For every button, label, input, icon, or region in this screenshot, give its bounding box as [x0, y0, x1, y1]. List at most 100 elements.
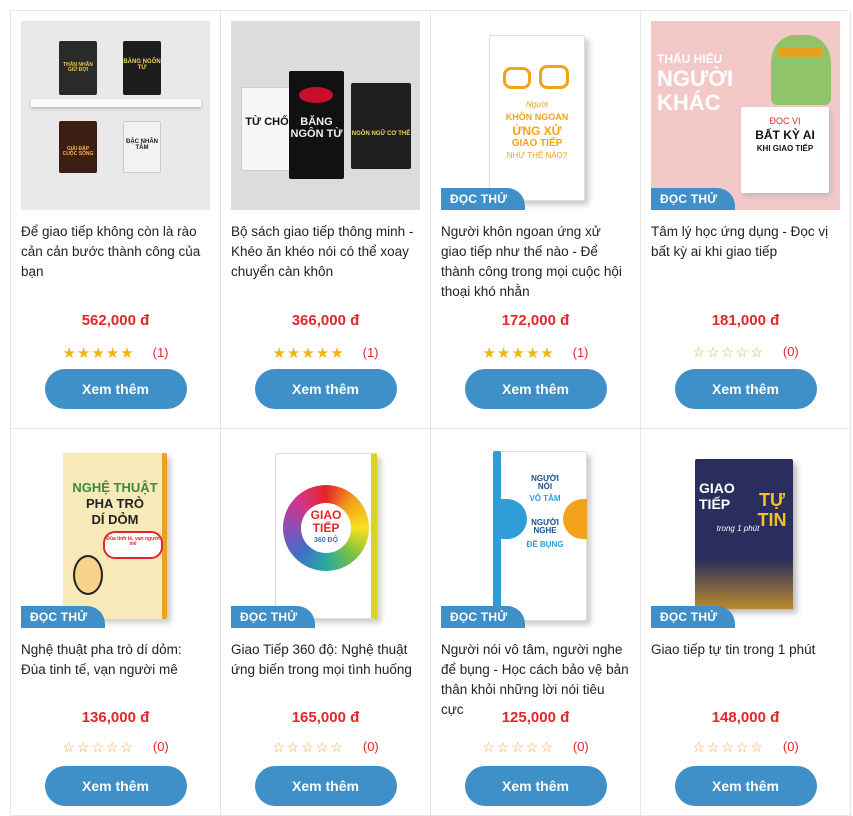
cover-art-book: GIAO TIẾP 360 ĐỘ	[231, 439, 420, 628]
cover-text: NGƯỜI NGHE	[531, 518, 559, 536]
star-rating-icon: ★★★★★	[482, 345, 555, 362]
cover-text: ĐỌC VỊ	[769, 116, 801, 126]
cover-text: NGƯỜI	[657, 66, 734, 91]
product-price: 148,000 đ	[711, 709, 780, 726]
cover-art-book-set: TỪ CHỐI BĂNG NGÔN TỪ NGÔN NGỮ CƠ THỂ	[231, 21, 420, 210]
read-sample-badge: ĐỌC THỬ	[651, 188, 736, 210]
rating-count: (1)	[572, 345, 589, 360]
product-cover[interactable]: NGƯỜI NÓI VÔ TÂM NGƯỜI NGHE ĐỂ BỤNG ĐỌC …	[441, 439, 630, 628]
read-sample-badge: ĐỌC THỬ	[21, 606, 106, 628]
view-more-button[interactable]: Xem thêm	[674, 766, 817, 806]
view-more-button[interactable]: Xem thêm	[674, 369, 817, 409]
product-title[interactable]: Bộ sách giao tiếp thông minh - Khéo ăn k…	[231, 222, 420, 304]
cover-text: NGÔN NGỮ CƠ THỂ	[351, 131, 411, 137]
product-price: 172,000 đ	[501, 312, 570, 329]
cover-text: NGƯỜI NÓI	[531, 474, 559, 492]
cover-art-book: GIAO TIẾP TỰ TIN trong 1 phút	[651, 439, 840, 628]
product-grid: THẦN NHÃN GIỮ ĐỢI BĂNG NGÔN TỪ GIẢI ĐÁP …	[10, 10, 851, 816]
product-card: TỪ CHỐI BĂNG NGÔN TỪ NGÔN NGỮ CƠ THỂ Bộ …	[221, 11, 431, 429]
cover-text: ĐẶC NHÂN TÂM	[126, 139, 158, 152]
star-rating-icon: ★★★★★	[62, 345, 135, 362]
product-card: THẦN NHÃN GIỮ ĐỢI BĂNG NGÔN TỪ GIẢI ĐÁP …	[11, 11, 221, 429]
cover-text: THẦN NHÃN GIỮ ĐỢI	[63, 62, 93, 74]
view-more-button[interactable]: Xem thêm	[44, 766, 187, 806]
view-more-button[interactable]: Xem thêm	[254, 369, 397, 409]
product-rating: ★★★★★ (1)	[11, 344, 220, 362]
star-rating-icon: ☆☆☆☆☆	[692, 344, 765, 360]
cover-text: GIAO	[699, 480, 735, 496]
cover-text: ĐỂ BỤNG	[526, 540, 564, 549]
cover-art-book-set: THẦN NHÃN GIỮ ĐỢI BĂNG NGÔN TỪ GIẢI ĐÁP …	[21, 21, 210, 210]
cover-text: NGHỆ THUẬT	[72, 480, 158, 495]
product-cover[interactable]: NGHỆ THUẬT PHA TRÒ DÍ DỎM Đùa tinh tế, v…	[21, 439, 210, 628]
cover-text: BĂNG NGÔN TỪ	[123, 59, 161, 72]
star-rating-icon: ☆☆☆☆☆	[62, 739, 135, 755]
product-price: 366,000 đ	[291, 312, 360, 329]
cover-text: KHI GIAO TIẾP	[756, 144, 814, 153]
cover-text: VÔ TÂM	[529, 494, 561, 503]
view-more-button[interactable]: Xem thêm	[254, 766, 397, 806]
product-title[interactable]: Tâm lý học ứng dụng - Đọc vị bất kỳ ai k…	[651, 222, 840, 304]
view-more-button[interactable]: Xem thêm	[44, 369, 187, 409]
product-cover[interactable]: THẤU HIỂU NGƯỜI KHÁC ĐỌC VỊ BẤT KỲ AI KH…	[651, 21, 840, 210]
view-more-button[interactable]: Xem thêm	[464, 766, 607, 806]
product-card: GIAO TIẾP TỰ TIN trong 1 phút ĐỌC THỬ Gi…	[641, 429, 851, 816]
cover-text: 360 ĐỘ	[313, 537, 339, 544]
rating-count: (0)	[152, 739, 169, 754]
cover-text: BĂNG NGÔN TỪ	[290, 116, 343, 140]
product-cover[interactable]: GIAO TIẾP 360 ĐỘ ĐỌC THỬ	[231, 439, 420, 628]
read-sample-badge: ĐỌC THỬ	[231, 606, 316, 628]
product-cover[interactable]: TỪ CHỐI BĂNG NGÔN TỪ NGÔN NGỮ CƠ THỂ	[231, 21, 420, 210]
cover-text: GIAO TIẾP	[511, 138, 563, 149]
rating-count: (1)	[362, 345, 379, 360]
cover-text: ỨNG XỬ	[512, 124, 562, 138]
cover-text: BẤT KỲ AI	[755, 128, 815, 142]
read-sample-badge: ĐỌC THỬ	[651, 606, 736, 628]
product-title[interactable]: Người khôn ngoan ứng xử giao tiếp như th…	[441, 222, 630, 304]
cover-text: TỰ	[759, 490, 785, 510]
cover-text: trong 1 phút	[716, 524, 760, 533]
product-rating: ☆☆☆☆☆ (0)	[11, 739, 220, 756]
product-rating: ☆☆☆☆☆ (0)	[641, 739, 850, 756]
product-cover[interactable]: THẦN NHÃN GIỮ ĐỢI BĂNG NGÔN TỪ GIẢI ĐÁP …	[21, 21, 210, 210]
cover-text: Đùa tinh tế, vạn người mê	[106, 536, 160, 548]
product-card: NGHỆ THUẬT PHA TRÒ DÍ DỎM Đùa tinh tế, v…	[11, 429, 221, 816]
view-more-button[interactable]: Xem thêm	[464, 369, 607, 409]
cover-text: PHA TRÒ	[85, 496, 145, 511]
product-rating: ★★★★★ (1)	[431, 344, 640, 362]
rating-count: (1)	[152, 345, 169, 360]
product-cover[interactable]: Người KHÔN NGOAN ỨNG XỬ GIAO TIẾP NHƯ TH…	[441, 21, 630, 210]
read-sample-badge: ĐỌC THỬ	[441, 606, 526, 628]
cover-art-book: Người KHÔN NGOAN ỨNG XỬ GIAO TIẾP NHƯ TH…	[441, 21, 630, 210]
product-card: Người KHÔN NGOAN ỨNG XỬ GIAO TIẾP NHƯ TH…	[431, 11, 641, 429]
product-rating: ☆☆☆☆☆ (0)	[221, 739, 430, 756]
product-rating: ★★★★★ (1)	[221, 344, 430, 362]
cover-text: GIAO	[310, 508, 342, 522]
rating-count: (0)	[362, 739, 379, 754]
cover-text: DÍ DỎM	[91, 512, 139, 527]
product-rating: ☆☆☆☆☆ (0)	[641, 344, 850, 361]
star-rating-icon: ★★★★★	[272, 345, 345, 362]
product-title[interactable]: Để giao tiếp không còn là rào cản cản bư…	[21, 222, 210, 304]
cover-text: TIẾP	[699, 496, 731, 512]
product-card: THẤU HIỂU NGƯỜI KHÁC ĐỌC VỊ BẤT KỲ AI KH…	[641, 11, 851, 429]
product-price: 136,000 đ	[81, 709, 150, 726]
cover-text: TỪ CHỐI	[245, 116, 292, 128]
read-sample-badge: ĐỌC THỬ	[441, 188, 526, 210]
rating-count: (0)	[782, 344, 799, 359]
cover-text: KHÔN NGOAN	[505, 112, 569, 122]
product-cover[interactable]: GIAO TIẾP TỰ TIN trong 1 phút ĐỌC THỬ	[651, 439, 840, 628]
product-rating: ☆☆☆☆☆ (0)	[431, 739, 640, 756]
cover-art-book: THẤU HIỂU NGƯỜI KHÁC ĐỌC VỊ BẤT KỲ AI KH…	[651, 21, 840, 210]
cover-text: NHƯ THẾ NÀO?	[506, 151, 568, 160]
cover-text: TIẾP	[312, 521, 340, 535]
product-card: GIAO TIẾP 360 ĐỘ ĐỌC THỬ Giao Tiếp 360 đ…	[221, 429, 431, 816]
star-rating-icon: ☆☆☆☆☆	[692, 739, 765, 755]
cover-text: Người	[526, 100, 548, 109]
star-rating-icon: ☆☆☆☆☆	[272, 739, 345, 755]
cover-text: THẤU HIỂU	[657, 52, 723, 66]
cover-art-book: NGƯỜI NÓI VÔ TÂM NGƯỜI NGHE ĐỂ BỤNG	[441, 439, 630, 628]
cover-art-book: NGHỆ THUẬT PHA TRÒ DÍ DỎM Đùa tinh tế, v…	[21, 439, 210, 628]
product-price: 165,000 đ	[291, 709, 360, 726]
product-price: 125,000 đ	[501, 709, 570, 726]
